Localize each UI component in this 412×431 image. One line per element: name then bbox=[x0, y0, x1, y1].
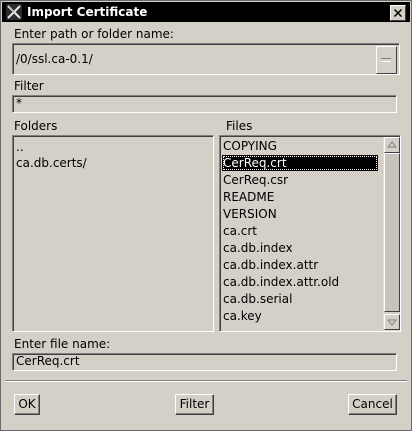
path-dropdown-button[interactable] bbox=[376, 46, 397, 74]
filter-input[interactable]: * bbox=[12, 95, 397, 113]
cancel-button[interactable]: Cancel bbox=[348, 394, 397, 415]
filter-button[interactable]: Filter bbox=[175, 394, 214, 415]
file-item[interactable]: ca.crt bbox=[222, 223, 257, 239]
files-scrollbar[interactable] bbox=[383, 137, 400, 330]
file-item[interactable]: VERSION bbox=[222, 206, 277, 222]
filename-label: Enter file name: bbox=[14, 337, 111, 351]
folder-item-ca-db-certs[interactable]: ca.db.certs/ bbox=[15, 155, 87, 171]
path-label: Enter path or folder name: bbox=[14, 27, 174, 41]
scroll-thumb[interactable] bbox=[384, 153, 400, 312]
file-item[interactable]: CerReq.csr bbox=[222, 172, 288, 188]
file-item[interactable]: ca.db.index.attr bbox=[222, 257, 318, 273]
filename-value[interactable]: CerReq.crt bbox=[16, 354, 80, 368]
ok-button[interactable]: OK bbox=[14, 394, 40, 415]
close-button[interactable] bbox=[390, 5, 406, 21]
filename-input[interactable]: CerReq.crt bbox=[12, 353, 397, 371]
filter-value[interactable]: * bbox=[16, 96, 22, 110]
close-icon bbox=[394, 9, 402, 17]
file-item[interactable]: README bbox=[222, 189, 274, 205]
file-item[interactable]: ca.db.index bbox=[222, 240, 293, 256]
folders-label: Folders bbox=[14, 119, 58, 133]
file-item[interactable]: COPYING bbox=[222, 138, 277, 154]
import-certificate-dialog: Import Certificate Enter path or folder … bbox=[0, 0, 412, 431]
x-window-icon bbox=[6, 4, 22, 20]
files-label: Files bbox=[226, 119, 253, 133]
window-title: Import Certificate bbox=[27, 5, 148, 19]
file-item[interactable]: ca.db.serial bbox=[222, 291, 292, 307]
folders-list[interactable]: .. ca.db.certs/ bbox=[12, 135, 214, 332]
arrow-down-icon bbox=[386, 319, 398, 326]
folder-item-parent[interactable]: .. bbox=[15, 139, 24, 155]
files-list[interactable]: COPYING CerReq.crt CerReq.csr README VER… bbox=[219, 135, 401, 332]
button-separator bbox=[5, 380, 407, 382]
path-combobox[interactable]: /0/ssl.ca-0.1/ bbox=[12, 43, 400, 75]
path-value[interactable]: /0/ssl.ca-0.1/ bbox=[16, 52, 93, 66]
file-item[interactable]: ca.db.index.attr.old bbox=[222, 274, 339, 290]
file-item[interactable]: ca.key bbox=[222, 308, 262, 324]
file-item-selected[interactable]: CerReq.crt bbox=[222, 155, 378, 171]
scroll-up-button[interactable] bbox=[384, 137, 400, 153]
scroll-down-button[interactable] bbox=[384, 314, 400, 330]
arrow-up-icon bbox=[386, 141, 398, 148]
filter-label: Filter bbox=[14, 79, 44, 93]
title-bar[interactable]: Import Certificate bbox=[2, 2, 410, 22]
